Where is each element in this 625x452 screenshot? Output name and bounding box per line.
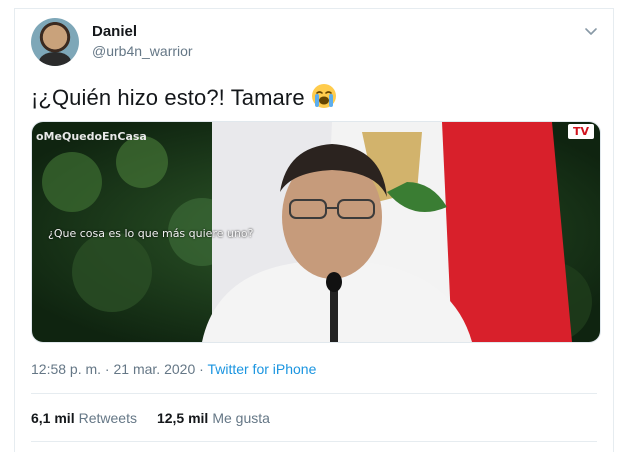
channel-logo: TV	[567, 124, 594, 139]
tweet-source-link[interactable]: Twitter for iPhone	[207, 361, 316, 377]
tweet-text: ¡¿Quién hizo esto?! Tamare	[31, 83, 337, 115]
likes-label: Me gusta	[212, 410, 270, 426]
video-subtitle: ¿Que cosa es lo que más quiere uno?	[48, 227, 254, 240]
video-hashtag: oMeQuedoEnCasa	[36, 130, 147, 143]
display-name[interactable]: Daniel	[92, 23, 137, 40]
meta-separator: ·	[101, 361, 114, 377]
retweets-label: Retweets	[78, 410, 137, 426]
tweet-text-content: ¡¿Quién hizo esto?! Tamare	[31, 85, 305, 110]
retweets-stat[interactable]: 6,1 mil Retweets	[31, 410, 137, 426]
video-thumbnail[interactable]: oMeQuedoEnCasa ¿Que cosa es lo que más q…	[31, 121, 601, 343]
divider-bottom	[31, 441, 597, 442]
user-handle[interactable]: @urb4n_warrior	[92, 43, 193, 59]
crying-face-icon	[311, 83, 337, 115]
tweet-date[interactable]: 21 mar. 2020	[114, 361, 196, 377]
tweet-time[interactable]: 12:58 p. m.	[31, 361, 101, 377]
tweet-stats: 6,1 mil Retweets 12,5 mil Me gusta	[31, 410, 270, 426]
likes-count: 12,5 mil	[156, 410, 209, 426]
likes-stat[interactable]: 12,5 mil Me gusta	[157, 410, 270, 426]
divider	[31, 393, 597, 394]
avatar[interactable]	[31, 18, 79, 66]
chevron-down-icon[interactable]	[583, 23, 599, 39]
tweet-meta: 12:58 p. m. · 21 mar. 2020 · Twitter for…	[31, 361, 316, 377]
meta-separator-2: ·	[195, 361, 208, 377]
retweets-count: 6,1 mil	[31, 410, 75, 426]
tweet-card: Daniel @urb4n_warrior ¡¿Quién hizo esto?…	[14, 8, 614, 452]
